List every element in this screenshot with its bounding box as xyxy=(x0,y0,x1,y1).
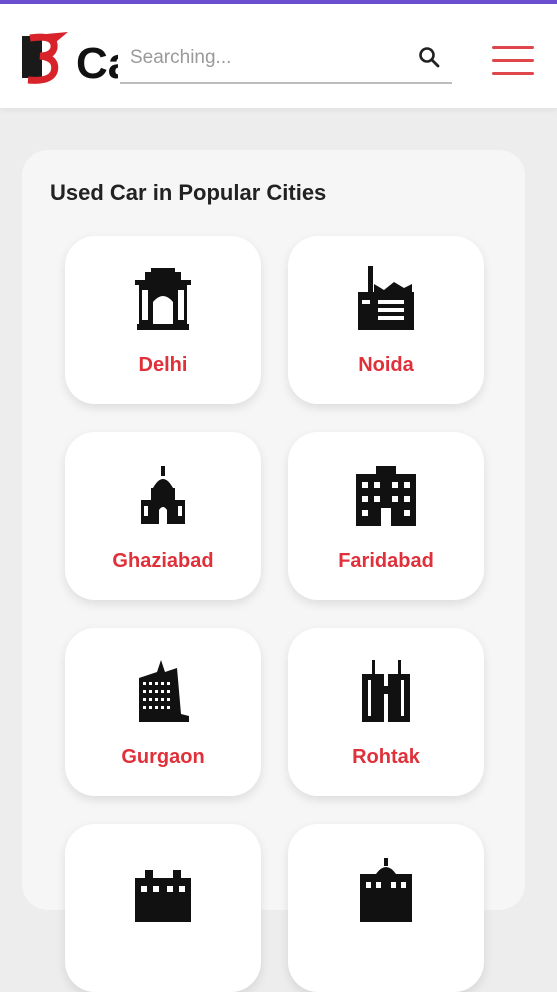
palace-icon xyxy=(360,858,412,922)
popular-cities-panel: Used Car in Popular Cities Delhi Noida G… xyxy=(22,150,525,992)
factory-icon xyxy=(358,266,414,330)
skyscraper-icon xyxy=(139,660,189,722)
india-gate-icon xyxy=(135,268,191,330)
building-icon xyxy=(135,870,191,922)
app-header: Ca xyxy=(0,4,557,108)
city-label: Gurgaon xyxy=(121,746,205,768)
city-card-partial-left[interactable] xyxy=(65,824,261,992)
section-title: Used Car in Popular Cities xyxy=(50,180,327,205)
city-card-faridabad[interactable]: Faridabad xyxy=(288,432,484,600)
logo[interactable] xyxy=(16,30,72,86)
city-label: Delhi xyxy=(138,354,188,376)
twin-towers-icon xyxy=(362,660,410,722)
city-label: Faridabad xyxy=(338,550,434,572)
apartment-building-icon xyxy=(356,466,416,526)
logo-text: Ca xyxy=(76,39,118,88)
search-bar[interactable] xyxy=(120,34,452,84)
city-card-partial-right[interactable] xyxy=(288,824,484,992)
city-label: Rohtak xyxy=(352,746,420,768)
church-icon xyxy=(141,466,185,524)
city-card-delhi[interactable]: Delhi xyxy=(65,236,261,404)
city-card-gurgaon[interactable]: Gurgaon xyxy=(65,628,261,796)
city-card-noida[interactable]: Noida xyxy=(288,236,484,404)
menu-icon[interactable] xyxy=(490,42,536,80)
city-label: Noida xyxy=(358,354,414,376)
city-label: Ghaziabad xyxy=(112,550,214,572)
city-card-rohtak[interactable]: Rohtak xyxy=(288,628,484,796)
city-card-ghaziabad[interactable]: Ghaziabad xyxy=(65,432,261,600)
search-input[interactable] xyxy=(128,42,402,74)
search-icon[interactable] xyxy=(418,46,440,68)
